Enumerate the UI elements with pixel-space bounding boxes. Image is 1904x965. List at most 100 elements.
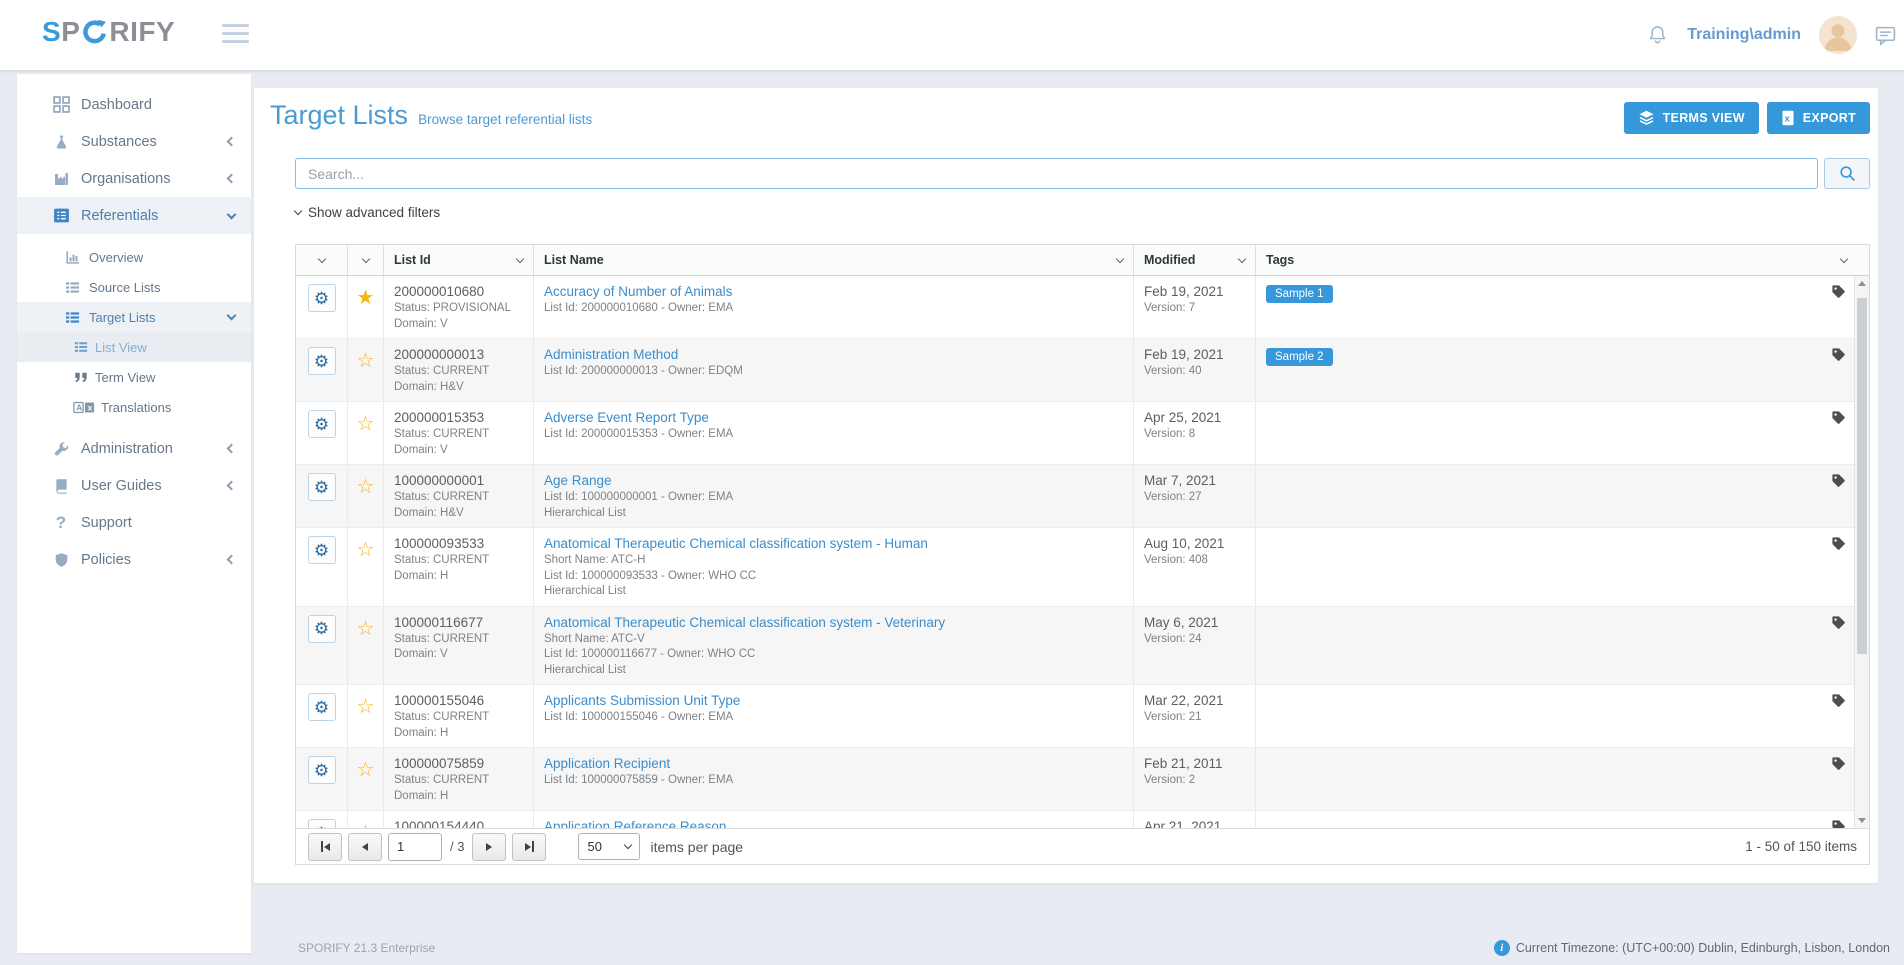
avatar[interactable] bbox=[1819, 16, 1857, 54]
tag-pill[interactable]: Sample 2 bbox=[1266, 348, 1333, 366]
column-header-modified[interactable]: Modified bbox=[1134, 245, 1256, 275]
modified-date: Feb 19, 2021 bbox=[1144, 282, 1245, 301]
column-header-tags[interactable]: Tags bbox=[1256, 245, 1869, 275]
favourite-star-icon[interactable]: ☆ bbox=[357, 697, 375, 741]
prev-page-button[interactable] bbox=[348, 833, 382, 861]
timezone-label: Current Timezone: (UTC+00:00) Dublin, Ed… bbox=[1516, 941, 1890, 955]
chat-icon[interactable] bbox=[1875, 25, 1896, 46]
sidebar-item-policies[interactable]: Policies bbox=[17, 541, 251, 578]
list-detail-line: List Id: 100000155046 - Owner: EMA bbox=[544, 710, 1123, 726]
gear-icon: ⚙ bbox=[314, 416, 329, 433]
row-actions-button[interactable]: ⚙ bbox=[308, 536, 336, 564]
column-header-actions[interactable] bbox=[296, 245, 348, 275]
scroll-thumb[interactable] bbox=[1857, 298, 1867, 654]
row-actions-button[interactable]: ⚙ bbox=[308, 615, 336, 643]
current-user[interactable]: Training\admin bbox=[1687, 26, 1801, 44]
table-row: ⚙ ☆ 100000155046 Status: CURRENT Domain:… bbox=[296, 685, 1854, 748]
search-button[interactable] bbox=[1824, 158, 1870, 189]
list-name-link[interactable]: Application Recipient bbox=[544, 754, 1123, 773]
export-button[interactable]: x EXPORT bbox=[1767, 102, 1870, 134]
version-label: Version: 21 bbox=[1144, 710, 1245, 726]
favourite-star-icon[interactable]: ☆ bbox=[357, 760, 375, 804]
row-actions-button[interactable]: ⚙ bbox=[308, 473, 336, 501]
tag-icon[interactable] bbox=[1831, 473, 1846, 488]
list-name-link[interactable]: Age Range bbox=[544, 471, 1123, 490]
table-row: ⚙ ☆ 100000116677 Status: CURRENT Domain:… bbox=[296, 607, 1854, 686]
chevron-down-icon bbox=[1238, 255, 1246, 263]
sidebar-item-overview[interactable]: Overview bbox=[17, 242, 251, 272]
list-id: 100000093533 bbox=[394, 534, 523, 553]
list-detail-line: List Id: 200000015353 - Owner: EMA bbox=[544, 427, 1123, 443]
app-version-label: SPORIFY 21.3 Enterprise bbox=[298, 941, 435, 955]
list-name-link[interactable]: Applicants Submission Unit Type bbox=[544, 691, 1123, 710]
terms-view-button[interactable]: TERMS VIEW bbox=[1624, 102, 1759, 134]
favourite-star-icon[interactable]: ☆ bbox=[357, 540, 375, 600]
list-name-link[interactable]: Anatomical Therapeutic Chemical classifi… bbox=[544, 534, 1123, 553]
column-header-favourites[interactable] bbox=[348, 245, 384, 275]
favourite-star-icon[interactable]: ☆ bbox=[357, 619, 375, 679]
tag-icon[interactable] bbox=[1831, 284, 1846, 299]
list-domain: Domain: H&V bbox=[394, 380, 523, 396]
sidebar-item-referentials[interactable]: Referentials bbox=[17, 197, 251, 234]
list-detail-line: List Id: 100000093533 - Owner: WHO CC bbox=[544, 569, 1123, 585]
favourite-star-icon[interactable]: ☆ bbox=[357, 477, 375, 521]
menu-icon[interactable] bbox=[222, 24, 249, 48]
row-actions-button[interactable]: ⚙ bbox=[308, 756, 336, 784]
next-page-button[interactable] bbox=[472, 833, 506, 861]
tag-pill[interactable]: Sample 1 bbox=[1266, 285, 1333, 303]
tag-icon[interactable] bbox=[1831, 347, 1846, 362]
last-page-button[interactable] bbox=[512, 833, 546, 861]
tag-icon[interactable] bbox=[1831, 756, 1846, 771]
row-actions-button[interactable]: ⚙ bbox=[308, 410, 336, 438]
sidebar-item-source-lists[interactable]: Source Lists bbox=[17, 272, 251, 302]
bell-icon[interactable] bbox=[1646, 24, 1669, 47]
column-header-list-name[interactable]: List Name bbox=[534, 245, 1134, 275]
column-header-list-id[interactable]: List Id bbox=[384, 245, 534, 275]
table-scrollbar[interactable] bbox=[1854, 276, 1869, 828]
table-row: ⚙ ☆ 100000000001 Status: CURRENT Domain:… bbox=[296, 465, 1854, 528]
list-name-link[interactable]: Accuracy of Number of Animals bbox=[544, 282, 1123, 301]
list-detail-line: List Id: 200000000013 - Owner: EDQM bbox=[544, 364, 1123, 380]
chevron-down-icon bbox=[361, 255, 369, 263]
tag-icon[interactable] bbox=[1831, 819, 1846, 828]
favourite-star-icon[interactable]: ★ bbox=[357, 288, 375, 332]
tag-icon[interactable] bbox=[1831, 410, 1846, 425]
row-actions-button[interactable]: ⚙ bbox=[308, 284, 336, 312]
tag-icon[interactable] bbox=[1831, 693, 1846, 708]
search-input[interactable] bbox=[295, 158, 1818, 189]
scroll-down-arrow[interactable] bbox=[1855, 813, 1869, 828]
sidebar-item-administration[interactable]: Administration bbox=[17, 430, 251, 467]
page-size-select[interactable]: 50 bbox=[578, 833, 640, 860]
scroll-up-arrow[interactable] bbox=[1855, 276, 1869, 291]
tag-icon[interactable] bbox=[1831, 536, 1846, 551]
sidebar-item-dashboard[interactable]: Dashboard bbox=[17, 86, 251, 123]
list-id: 100000154440 bbox=[394, 817, 523, 828]
sidebar-item-support[interactable]: ? Support bbox=[17, 504, 251, 541]
page-number-input[interactable] bbox=[388, 833, 442, 861]
modified-date: May 6, 2021 bbox=[1144, 613, 1245, 632]
favourite-star-icon[interactable]: ☆ bbox=[357, 351, 375, 395]
dashboard-icon bbox=[49, 96, 73, 113]
row-actions-button[interactable]: ⚙ bbox=[308, 819, 336, 828]
sidebar-item-term-view[interactable]: Term View bbox=[17, 362, 251, 392]
sidebar-item-list-view[interactable]: List View bbox=[17, 332, 251, 362]
favourite-star-icon[interactable]: ☆ bbox=[357, 823, 375, 828]
list-name-link[interactable]: Adverse Event Report Type bbox=[544, 408, 1123, 427]
advanced-filters-toggle[interactable]: Show advanced filters bbox=[295, 205, 440, 220]
row-actions-button[interactable]: ⚙ bbox=[308, 347, 336, 375]
sidebar-item-organisations[interactable]: Organisations bbox=[17, 160, 251, 197]
row-actions-button[interactable]: ⚙ bbox=[308, 693, 336, 721]
sidebar-item-target-lists[interactable]: Target Lists bbox=[17, 302, 251, 332]
list-name-link[interactable]: Administration Method bbox=[544, 345, 1123, 364]
list-name-link[interactable]: Anatomical Therapeutic Chemical classifi… bbox=[544, 613, 1123, 632]
first-page-button[interactable] bbox=[308, 833, 342, 861]
favourite-star-icon[interactable]: ☆ bbox=[357, 414, 375, 458]
list-icon bbox=[63, 310, 81, 325]
app-logo[interactable]: SPRIFY bbox=[42, 16, 175, 48]
table-row: ⚙ ☆ 200000015353 Status: CURRENT Domain:… bbox=[296, 402, 1854, 465]
tag-icon[interactable] bbox=[1831, 615, 1846, 630]
sidebar-item-translations[interactable]: Ax Translations bbox=[17, 392, 251, 422]
list-name-link[interactable]: Application Reference Reason bbox=[544, 817, 1123, 828]
sidebar-item-substances[interactable]: Substances bbox=[17, 123, 251, 160]
sidebar-item-user-guides[interactable]: User Guides bbox=[17, 467, 251, 504]
